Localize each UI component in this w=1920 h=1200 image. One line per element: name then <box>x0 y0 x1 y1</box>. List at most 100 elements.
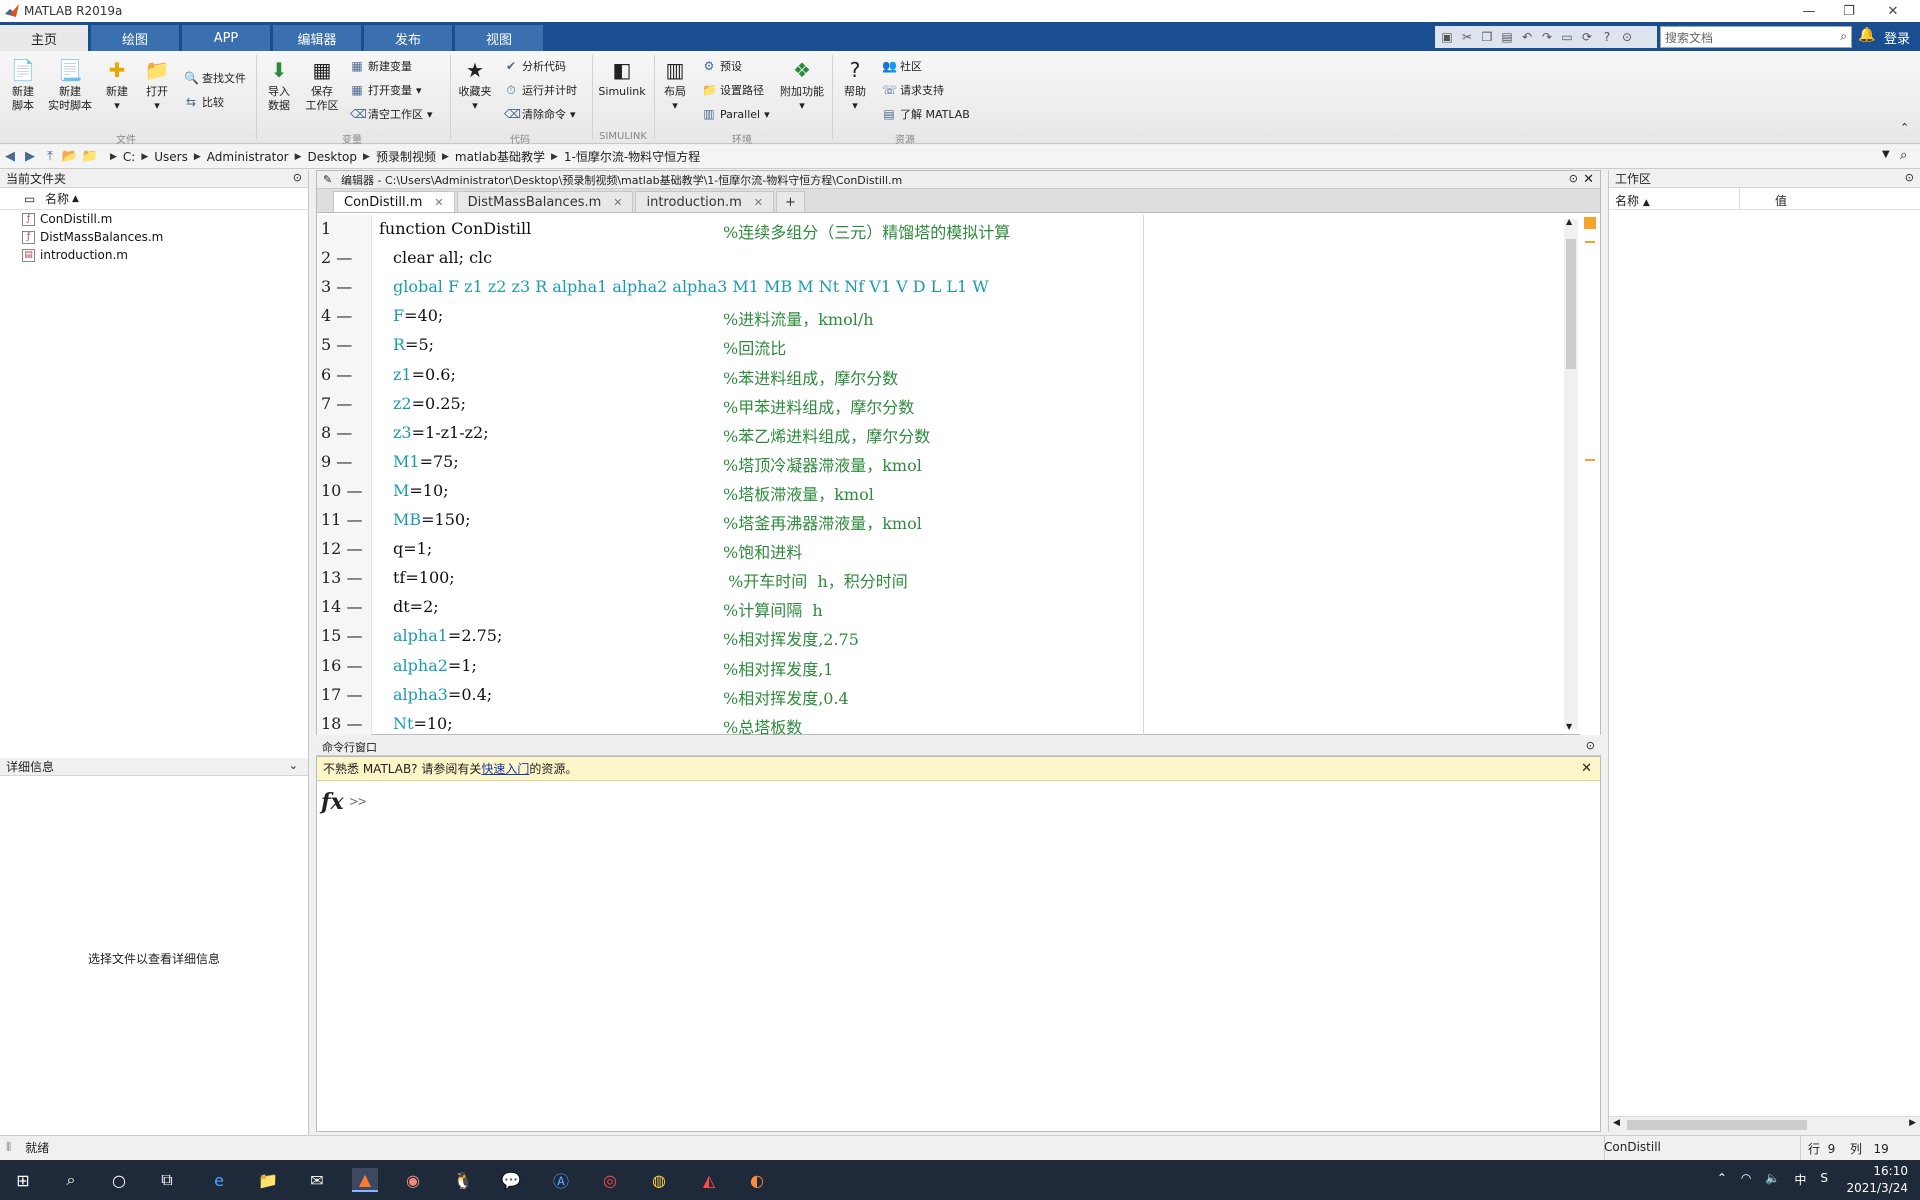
line-number[interactable]: 5 — <box>321 335 369 354</box>
line-number[interactable]: 18 — <box>321 714 369 733</box>
mail-icon[interactable]: ✉ <box>304 1168 330 1192</box>
simulink-button[interactable]: ◧ Simulink <box>596 57 648 99</box>
run-and-time-button[interactable]: ⏱ 运行并计时 <box>504 81 577 99</box>
open-button[interactable]: 📁 打开 ▾ <box>140 57 174 113</box>
editor-vertical-scrollbar[interactable]: ▲ ▼ <box>1564 217 1578 731</box>
close-tip-icon[interactable]: ✕ <box>1581 761 1592 776</box>
code-line[interactable]: clear all; clc <box>393 248 492 267</box>
line-number[interactable]: 15 — <box>321 626 369 645</box>
line-number[interactable]: 6 — <box>321 365 369 384</box>
code-line[interactable]: dt=2; <box>393 597 439 616</box>
breadcrumb[interactable]: ▶ C: ▶ Users ▶ Administrator ▶ Desktop ▶ 预录制视… <box>110 148 700 165</box>
search-folder-icon[interactable]: ⌕ <box>1900 148 1907 163</box>
clear-commands-button[interactable]: ⌫ 清除命令 ▾ <box>504 105 576 123</box>
code-line[interactable]: tf=100; <box>393 568 455 587</box>
close-tab-icon[interactable]: ✕ <box>434 196 443 209</box>
restore-button[interactable]: ❐ <box>1826 0 1872 22</box>
scrollbar-thumb[interactable] <box>1566 239 1576 369</box>
scroll-up-icon[interactable]: ▲ <box>1566 217 1572 226</box>
up-folder-icon[interactable]: ⤒ <box>40 149 60 164</box>
file-item[interactable]: ƒ DistMassBalances.m <box>0 228 308 246</box>
analyze-code-button[interactable]: ✔ 分析代码 <box>504 57 566 75</box>
line-number[interactable]: 8 — <box>321 423 369 442</box>
import-data-button[interactable]: ⬇ 导入 数据 <box>262 57 296 113</box>
copy-icon[interactable]: ❐ <box>1479 29 1495 45</box>
details-header[interactable]: 详细信息 ⌄ <box>0 758 308 776</box>
browse-folder-icon[interactable]: 📂 <box>60 149 80 164</box>
code-line[interactable]: alpha1=2.75; <box>393 626 502 645</box>
close-editor-icon[interactable]: ✕ <box>1583 172 1594 187</box>
redo-icon[interactable]: ↷ <box>1539 29 1555 45</box>
panel-menu-icon[interactable]: ⊙ <box>293 171 302 184</box>
line-number[interactable]: 1 <box>321 219 369 238</box>
code-comment[interactable]: %连续多组分（三元）精馏塔的模拟计算 <box>723 219 1010 243</box>
edge-browser-icon[interactable]: e <box>206 1168 232 1192</box>
code-line[interactable]: z3=1-z1-z2; <box>393 423 489 442</box>
undo-icon[interactable]: ↶ <box>1519 29 1535 45</box>
code-comment[interactable]: %计算间隔 h <box>723 597 823 621</box>
add-ons-button[interactable]: ❖ 附加功能 ▾ <box>778 57 826 113</box>
code-line[interactable]: Nt=10; <box>393 714 453 733</box>
tab-condistill[interactable]: ConDistill.m ✕ <box>333 191 455 212</box>
chevron-up-icon[interactable]: ⌃ <box>1717 1171 1727 1188</box>
file-item[interactable]: ▤ introduction.m <box>0 246 308 264</box>
workspace-menu-icon[interactable]: ⊙ <box>1905 171 1914 184</box>
code-line[interactable]: alpha3=0.4; <box>393 685 492 704</box>
code-comment[interactable]: %相对挥发度,1 <box>723 656 833 680</box>
wechat-icon[interactable]: 💬 <box>498 1168 524 1192</box>
save-workspace-button[interactable]: ▦ 保存 工作区 <box>302 57 342 113</box>
code-comment[interactable]: %总塔板数 <box>723 714 802 735</box>
code-comment[interactable]: %甲苯进料组成，摩尔分数 <box>723 394 914 418</box>
notification-bell-icon[interactable]: 🔔 <box>1858 27 1875 43</box>
search-icon[interactable]: ⌕ <box>1840 29 1847 44</box>
code-line[interactable]: function ConDistill <box>379 219 531 238</box>
line-number[interactable]: 12 — <box>321 539 369 558</box>
close-window-button[interactable]: ✕ <box>1870 0 1916 22</box>
code-line[interactable]: z1=0.6; <box>393 365 456 384</box>
file-list-header[interactable]: ▭ 名称 ▲ <box>0 188 308 210</box>
code-comment[interactable]: %苯乙烯进料组成，摩尔分数 <box>723 423 930 447</box>
qq-icon[interactable]: 🐧 <box>450 1168 476 1192</box>
task-view-icon[interactable]: ⧉ <box>154 1168 180 1192</box>
request-support-button[interactable]: ☏ 请求支持 <box>882 81 944 99</box>
code-line[interactable]: global F z1 z2 z3 R alpha1 alpha2 alpha3… <box>393 277 989 296</box>
collapse-ribbon-icon[interactable]: ⌃ <box>1900 121 1909 134</box>
chrome-icon[interactable]: ◍ <box>646 1168 672 1192</box>
save-icon[interactable]: ▣ <box>1439 29 1455 45</box>
line-number[interactable]: 11 — <box>321 510 369 529</box>
code-comment[interactable]: %相对挥发度,2.75 <box>723 626 859 650</box>
tab-home[interactable]: 主页 <box>0 25 88 51</box>
code-area[interactable]: 12 —3 —4 —5 —6 —7 —8 —9 —10 —11 —12 —13 … <box>317 215 1600 735</box>
file-explorer-icon[interactable]: 📁 <box>255 1168 281 1192</box>
new-button[interactable]: ✚ 新建 ▾ <box>100 57 134 113</box>
code-line[interactable]: R=5; <box>393 335 434 354</box>
code-line[interactable]: M=10; <box>393 481 449 500</box>
code-line[interactable]: alpha2=1; <box>393 656 477 675</box>
code-comment[interactable]: %苯进料组成，摩尔分数 <box>723 365 898 389</box>
quick-start-link[interactable]: 快速入门 <box>481 760 529 777</box>
parallel-button[interactable]: ▥ Parallel ▾ <box>702 105 769 123</box>
code-line[interactable]: z2=0.25; <box>393 394 466 413</box>
music-app-icon[interactable]: ◎ <box>597 1168 623 1192</box>
line-number[interactable]: 7 — <box>321 394 369 413</box>
command-prompt[interactable]: fx >> <box>321 789 366 815</box>
workspace-horizontal-scrollbar[interactable]: ◀ ▶ <box>1609 1116 1920 1132</box>
back-icon[interactable]: ◀ <box>0 149 20 164</box>
code-line[interactable]: M1=75; <box>393 452 459 471</box>
app-icon[interactable]: ◉ <box>400 1168 426 1192</box>
preferences-button[interactable]: ⚙ 预设 <box>702 57 742 75</box>
app-tray-icon[interactable]: S <box>1820 1171 1828 1188</box>
workspace-header[interactable]: 名称 ▲ 值 <box>1609 188 1920 210</box>
input-method-indicator[interactable]: 中 <box>1794 1171 1806 1188</box>
switch-windows-icon[interactable]: ▭ <box>1559 29 1575 45</box>
line-number[interactable]: 16 — <box>321 656 369 675</box>
code-comment[interactable]: %进料流量，kmol/h <box>723 306 874 330</box>
line-number[interactable]: 10 — <box>321 481 369 500</box>
help-icon[interactable]: ? <box>1599 29 1615 45</box>
forward-icon[interactable]: ▶ <box>20 149 40 164</box>
code-comment[interactable]: %开车时间 h，积分时间 <box>723 568 908 592</box>
login-button[interactable]: 登录 <box>1884 28 1910 47</box>
tab-plots[interactable]: 绘图 <box>91 25 179 51</box>
compare-button[interactable]: ⇆ 比较 <box>184 93 224 111</box>
find-files-button[interactable]: 🔍 查找文件 <box>184 69 246 87</box>
